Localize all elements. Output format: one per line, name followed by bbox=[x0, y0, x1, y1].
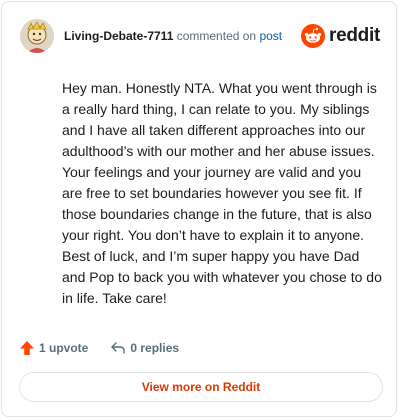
reply-count: 0 replies bbox=[130, 341, 180, 355]
reply-icon bbox=[111, 342, 126, 354]
post-link[interactable]: post bbox=[259, 29, 282, 43]
upvote-arrow-icon bbox=[20, 341, 34, 355]
upvote-count: 1 upvote bbox=[39, 341, 89, 355]
upvote-button[interactable]: 1 upvote bbox=[19, 340, 88, 356]
comment-byline: Living-Debate-7711 commented on post bbox=[64, 29, 282, 43]
avatar[interactable] bbox=[20, 19, 54, 53]
reply-button[interactable]: 0 replies bbox=[110, 340, 179, 356]
comment-body: Hey man. Honestly NTA. What you went thr… bbox=[62, 80, 382, 306]
view-more-button[interactable]: View more on Reddit bbox=[19, 372, 383, 402]
reddit-wordmark: reddit bbox=[329, 25, 380, 46]
comment-card: Living-Debate-7711 commented on post red… bbox=[1, 1, 397, 417]
username[interactable]: Living-Debate-7711 bbox=[64, 29, 173, 43]
reddit-logo[interactable]: reddit bbox=[301, 24, 380, 48]
comment-actions: 1 upvote 0 replies bbox=[19, 340, 179, 356]
reddit-logo-icon bbox=[301, 24, 326, 48]
avatar-icon bbox=[20, 19, 54, 53]
action-text: commented on bbox=[176, 29, 257, 43]
comment-header: Living-Debate-7711 commented on post red… bbox=[20, 19, 380, 53]
